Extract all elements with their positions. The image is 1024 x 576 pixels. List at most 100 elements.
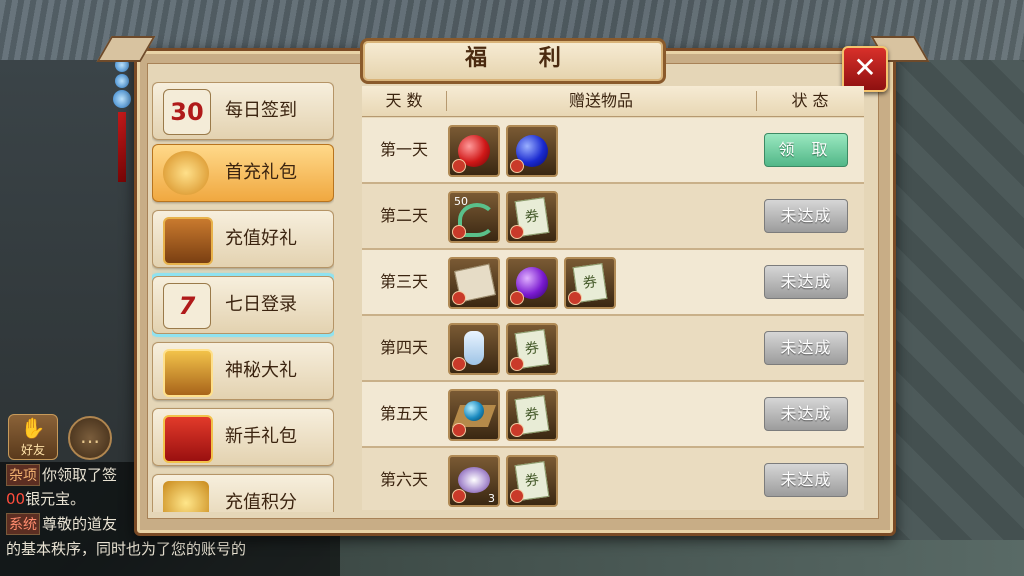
reward-item[interactable]: 券 [506,455,558,507]
friends-label: 好友 [20,443,45,457]
ornament-bead [113,90,131,108]
chat-bubble-button[interactable]: … [68,416,112,460]
panel-title-plaque: 福 利 [360,38,666,84]
item-count: 3 [488,492,495,505]
bound-mark-icon [510,357,524,371]
friends-button[interactable]: ✋ 好友 [8,414,58,460]
day-label: 第二天 [379,206,428,225]
calendar-30-icon: 30 [163,89,211,135]
bound-mark-icon [510,489,524,503]
table-row: 第三天 券 未达成 [362,250,864,316]
spirit-stone-icon [458,467,490,493]
bound-mark-icon [452,357,466,371]
bound-mark-icon [452,423,466,437]
tab-first-recharge[interactable]: 首充礼包 [152,144,334,202]
money-bag-icon [163,151,209,195]
tab-daily-signin[interactable]: 30 每日签到 [152,82,334,140]
chat-line: 00银元宝。 [6,488,85,509]
header-status: 状 态 [791,91,829,110]
bound-mark-icon [452,489,466,503]
tab-label: 每日签到 [225,100,297,121]
tab-label: 神秘大礼 [225,360,297,381]
table-row: 第二天 50 券 未达成 [362,184,864,250]
tab-label: 充值好礼 [225,228,297,249]
tab-label: 首充礼包 [225,162,297,183]
table-row: 第五天 券 未达成 [362,382,864,448]
tab-label: 充值积分 [225,492,297,512]
calendar-7-icon: 7 [163,283,211,329]
bound-mark-icon [452,225,466,239]
reward-item[interactable]: 券 [506,191,558,243]
chat-text: 尊敬的道友 [42,515,118,533]
gold-pile-icon [163,481,209,512]
reward-item[interactable]: 券 [564,257,616,309]
reward-item[interactable] [448,257,500,309]
chat-text: 银元宝。 [25,490,86,508]
table-row: 第一天 领 取 [362,118,864,184]
day-label: 第五天 [379,404,428,423]
status-not-achieved: 未达成 [764,463,848,497]
header-day: 天 数 [385,91,423,110]
gift-box-icon [163,415,213,463]
reward-item[interactable] [506,257,558,309]
bound-mark-icon [568,291,582,305]
status-not-achieved: 未达成 [764,331,848,365]
porcelain-vase-icon [464,331,484,365]
header-items: 赠送物品 [568,91,633,110]
handshake-icon: ✋ [20,416,46,440]
background-courtyard [884,60,1024,576]
table-header: 天 数 赠送物品 状 态 [362,86,864,117]
reward-item[interactable] [448,125,500,177]
status-not-achieved: 未达成 [764,397,848,431]
claim-button[interactable]: 领 取 [764,133,848,167]
day-label: 第一天 [379,140,428,159]
bound-mark-icon [510,159,524,173]
bound-mark-icon [510,291,524,305]
tab-newbie-pack[interactable]: 新手礼包 [152,408,334,466]
reward-item[interactable]: 券 [506,323,558,375]
compass-orb-icon [464,401,484,421]
tab-recharge-points[interactable]: 充值积分 [152,474,334,512]
reward-item[interactable] [448,323,500,375]
reward-item[interactable]: 券 [506,389,558,441]
chat-amount: 00 [6,490,26,508]
tab-recharge-gift[interactable]: 充值好礼 [152,210,334,268]
table-row: 第六天 3 券 未达成 [362,448,864,510]
background-ground [330,540,1024,576]
chat-text: 的基本秩序，同时也为了您的账号的 [6,540,247,558]
golden-chest-icon [163,349,213,397]
chat-line: 的基本秩序，同时也为了您的账号的 [6,538,246,559]
tab-mystery-gift[interactable]: 神秘大礼 [152,342,334,400]
tab-seven-day-login[interactable]: 7 七日登录 [152,276,334,334]
reward-item[interactable]: 3 [448,455,500,507]
tab-label: 七日登录 [225,294,297,315]
table-row: 第四天 券 未达成 [362,316,864,382]
status-not-achieved: 未达成 [764,199,848,233]
ornament-tassel [118,112,126,182]
close-icon: ✕ [853,51,877,84]
welfare-tabs: 30 每日签到 首充礼包 充值好礼 7 七日登录 神秘大礼 新手礼包 充值积分 [152,82,334,512]
speech-bubble-icon: … [80,424,100,448]
reward-item[interactable]: 50 [448,191,500,243]
status-not-achieved: 未达成 [764,265,848,299]
item-count: 50 [454,195,468,208]
chat-line: 系统 尊敬的道友 [6,513,117,535]
ornament-bead [115,74,129,88]
treasure-chest-icon [163,217,213,265]
chat-channel-tag: 杂项 [6,464,40,486]
bound-mark-icon [510,225,524,239]
jade-ornament [113,58,131,184]
bound-mark-icon [452,159,466,173]
day-label: 第三天 [379,272,428,291]
day-label: 第六天 [379,470,428,489]
bound-mark-icon [510,423,524,437]
chat-line: 杂项 你领取了签 [6,464,117,486]
reward-table: 天 数 赠送物品 状 态 第一天 领 取 第二天 50 券 未达成 第三天 券 … [362,86,864,510]
reward-item[interactable] [506,125,558,177]
chat-text: 你领取了签 [42,466,118,484]
chat-channel-tag: 系统 [6,513,40,535]
panel-title: 福 利 [465,46,583,71]
reward-item[interactable] [448,389,500,441]
table-body: 第一天 领 取 第二天 50 券 未达成 第三天 券 未达成 第四天 券 未达成… [362,118,864,510]
day-label: 第四天 [379,338,428,357]
